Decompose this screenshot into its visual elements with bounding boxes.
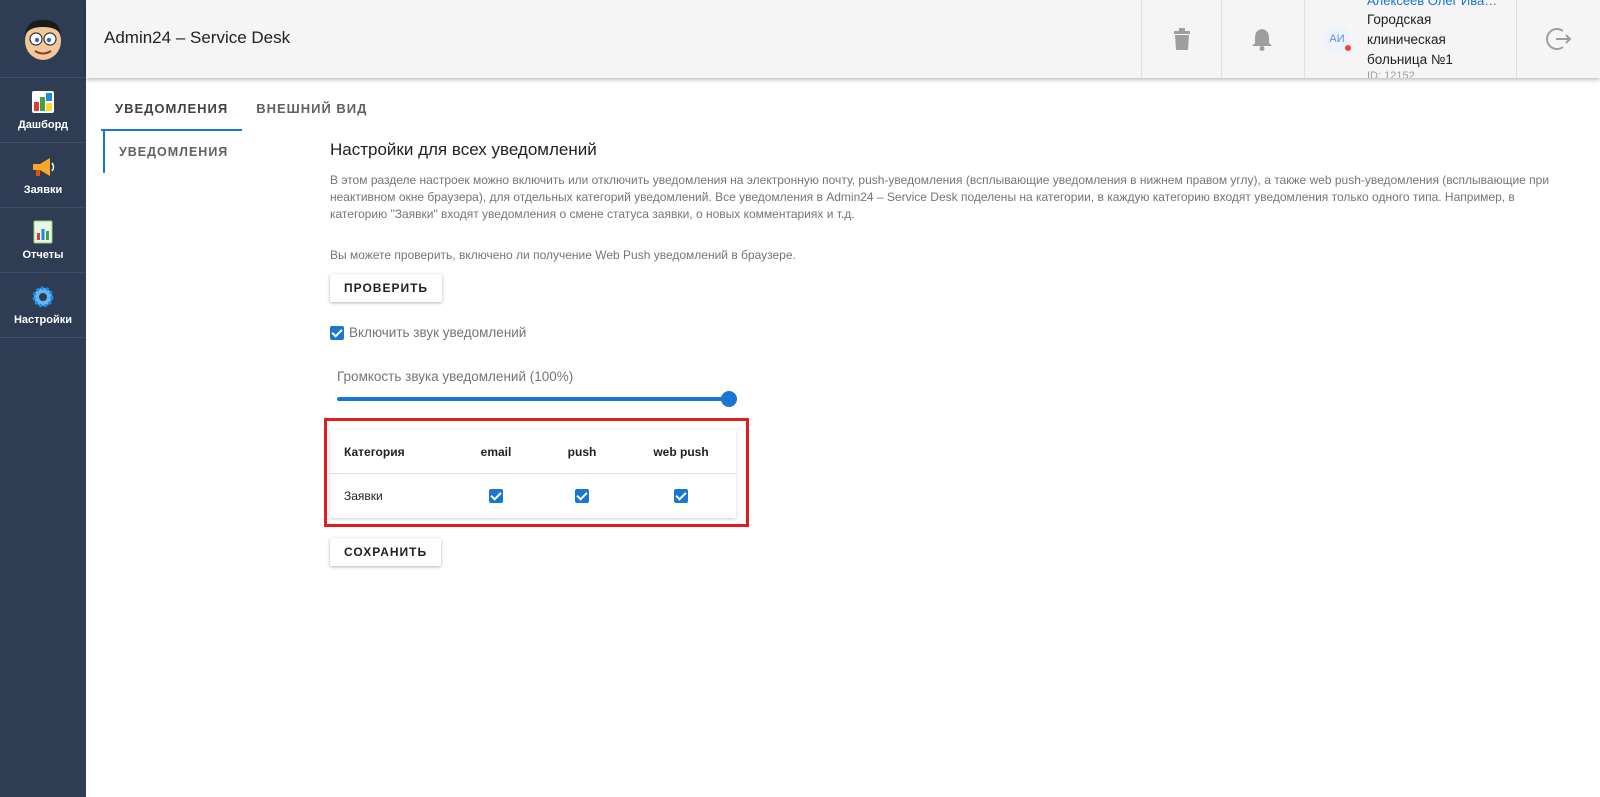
sound-checkbox[interactable] (330, 325, 344, 340)
section-description: В этом разделе настроек можно включить и… (330, 173, 1550, 221)
volume-slider-thumb[interactable] (721, 391, 737, 407)
email-checkbox[interactable] (489, 489, 503, 504)
sidebar-item-settings[interactable]: Настройки (0, 273, 86, 338)
sidebar-item-label: Дашборд (17, 119, 69, 131)
mascot-logo-icon (25, 19, 61, 60)
check-button[interactable]: ПРОВЕРИТЬ (330, 274, 443, 302)
column-header-web-push: web push (653, 444, 709, 459)
megaphone-icon (33, 158, 55, 176)
settings-tabs: УВЕДОМЛЕНИЯ ВНЕШНИЙ ВИД (101, 95, 381, 131)
top-header: Admin24 – Service Desk АИ Алексеев Олег … (86, 0, 1600, 78)
gear-icon (32, 286, 54, 308)
volume-label: Громкость звука уведомлений (100%) (337, 369, 574, 384)
sidebar-item-requests[interactable]: Заявки (0, 143, 86, 208)
notification-settings: Настройки для всех уведомлений В этом ра… (324, 140, 1570, 566)
category-cell: Заявки (344, 489, 383, 503)
volume-slider-track (337, 397, 729, 401)
app-title: Admin24 – Service Desk (104, 28, 291, 47)
column-header-category: Категория (344, 444, 405, 459)
sound-toggle[interactable]: Включить звук уведомлений (330, 325, 526, 340)
sidebar-item-label: Настройки (13, 314, 73, 326)
notifications-button[interactable] (1221, 0, 1301, 78)
dashboard-icon (32, 91, 54, 113)
app-logo[interactable] (0, 0, 86, 78)
push-checkbox[interactable] (575, 489, 589, 504)
sidebar-item-reports[interactable]: Отчеты (0, 208, 86, 273)
bell-icon (1251, 29, 1272, 51)
table-header-row: Категория email push web push (330, 430, 736, 474)
subnav-notifications[interactable]: УВЕДОМЛЕНИЯ (103, 131, 293, 173)
volume-slider[interactable] (337, 390, 737, 408)
sidebar-item-label: Отчеты (22, 249, 64, 261)
user-name[interactable]: Алексеев Олег Ива… (1367, 0, 1507, 8)
column-header-email: email (480, 444, 512, 459)
notification-categories-table: Категория email push web push Заявки (330, 430, 736, 518)
sidebar-item-dashboard[interactable]: Дашборд (0, 78, 86, 143)
user-profile[interactable]: АИ Алексеев Олег Ива… Городская клиничес… (1304, 0, 1516, 78)
column-header-push: push (567, 444, 597, 459)
sidebar-item-label: Заявки (23, 184, 63, 196)
web-push-checkbox[interactable] (674, 489, 688, 504)
logout-icon (1545, 28, 1571, 50)
sidebar: Дашборд Заявки Отчеты Настройки (0, 0, 86, 797)
user-id: ID: 12152 (1367, 70, 1415, 78)
table-row: Заявки (330, 474, 736, 518)
status-dot (1345, 45, 1351, 51)
tab-appearance[interactable]: ВНЕШНИЙ ВИД (242, 95, 381, 131)
logout-button[interactable] (1516, 0, 1600, 78)
report-icon (33, 220, 53, 244)
web-push-check-text: Вы можете проверить, включено ли получен… (330, 248, 796, 262)
section-title: Настройки для всех уведомлений (330, 140, 597, 159)
trash-icon (1173, 28, 1190, 50)
tab-notifications[interactable]: УВЕДОМЛЕНИЯ (101, 95, 243, 131)
sound-label: Включить звук уведомлений (349, 325, 527, 340)
trash-button[interactable] (1141, 0, 1221, 78)
save-button[interactable]: СОХРАНИТЬ (330, 538, 442, 566)
organization-name: Городская клиническая больница №1 (1367, 12, 1453, 67)
